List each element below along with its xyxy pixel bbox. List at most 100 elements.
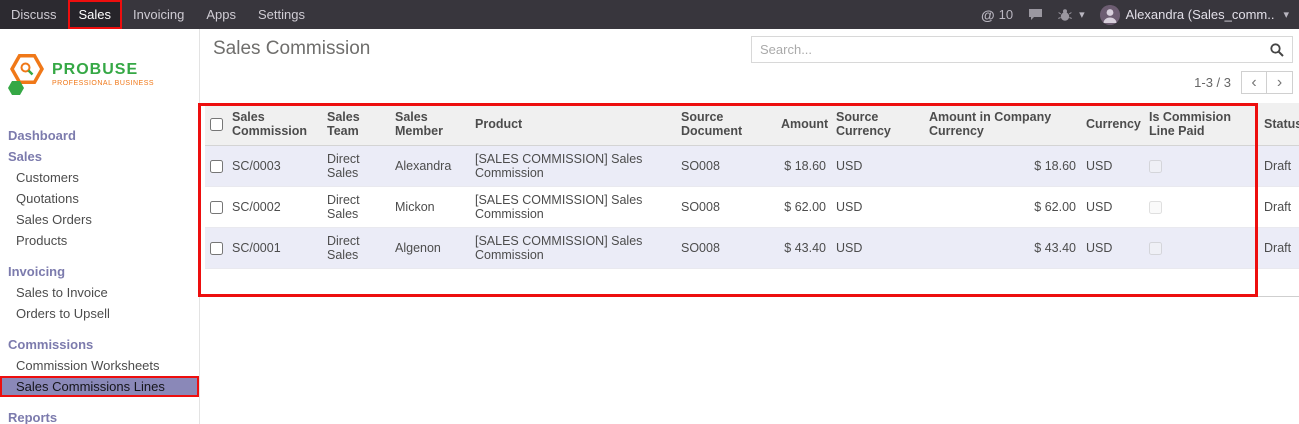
bug-icon [1058, 8, 1072, 22]
search-input[interactable] [752, 42, 1269, 57]
cell-source-currency: USD [831, 186, 924, 227]
sidebar-item-orders-to-upsell[interactable]: Orders to Upsell [0, 303, 199, 324]
logo-tagline: PROFESSIONAL BUSINESS [52, 80, 154, 87]
pager: 1-3 / 3 ‹ › [1194, 71, 1293, 94]
cell-sales-commission: SC/0002 [227, 186, 322, 227]
cell-sales-team: Direct Sales [322, 145, 390, 186]
sales-commission-table: Sales Commission Sales Team Sales Member… [205, 103, 1299, 269]
cell-sales-member: Algenon [390, 227, 470, 268]
row-select-checkbox[interactable] [210, 201, 223, 214]
pager-next-button[interactable]: › [1267, 71, 1293, 94]
avatar [1100, 5, 1120, 25]
app-logo: PROBUSE PROFESSIONAL BUSINESS [0, 29, 199, 115]
cell-source-document: SO008 [676, 186, 776, 227]
cell-source-document: SO008 [676, 227, 776, 268]
cell-sales-commission: SC/0001 [227, 227, 322, 268]
cell-is-paid [1144, 227, 1259, 268]
cell-amount-company: $ 62.00 [924, 186, 1081, 227]
cell-amount: $ 62.00 [776, 186, 831, 227]
logo-hexagons-icon [8, 52, 46, 96]
cell-select [205, 186, 227, 227]
sidebar-item-commissions[interactable]: Commissions [0, 334, 199, 355]
table-row[interactable]: SC/0003 Direct Sales Alexandra [SALES CO… [205, 145, 1299, 186]
row-select-checkbox[interactable] [210, 160, 223, 173]
menu-apps[interactable]: Apps [195, 0, 247, 29]
user-name-label: Alexandra (Sales_comm.. [1126, 7, 1275, 22]
pager-previous-button[interactable]: ‹ [1241, 71, 1267, 94]
caret-down-icon: ▾ [1079, 8, 1085, 21]
column-header-product[interactable]: Product [470, 103, 676, 145]
cell-product: [SALES COMMISSION] Sales Commission [470, 227, 676, 268]
sidebar-item-commission-worksheets[interactable]: Commission Worksheets [0, 355, 199, 376]
menu-discuss[interactable]: Discuss [0, 0, 68, 29]
sidebar-item-sales[interactable]: Sales [0, 146, 199, 167]
content-header: Sales Commission 1-3 / 3 ‹ › [200, 29, 1299, 103]
menu-invoicing[interactable]: Invoicing [122, 0, 195, 29]
cell-amount: $ 43.40 [776, 227, 831, 268]
main-content: Sales Commission 1-3 / 3 ‹ › [200, 29, 1299, 424]
sidebar-item-quotations[interactable]: Quotations [0, 188, 199, 209]
sidebar-item-invoicing[interactable]: Invoicing [0, 261, 199, 282]
at-icon: @ [981, 7, 995, 23]
menu-settings[interactable]: Settings [247, 0, 316, 29]
sidebar-item-dashboard[interactable]: Dashboard [0, 125, 199, 146]
cell-sales-member: Alexandra [390, 145, 470, 186]
cell-source-document: SO008 [676, 145, 776, 186]
pager-range-label: 1-3 / 3 [1194, 75, 1231, 90]
cell-currency: USD [1081, 145, 1144, 186]
column-header-sales-member[interactable]: Sales Member [390, 103, 470, 145]
search-box [751, 36, 1293, 63]
sidebar-item-customers[interactable]: Customers [0, 167, 199, 188]
cell-amount-company: $ 43.40 [924, 227, 1081, 268]
cell-status: Draft [1259, 186, 1299, 227]
cell-amount-company: $ 18.60 [924, 145, 1081, 186]
column-header-source-currency[interactable]: Source Currency [831, 103, 924, 145]
column-header-is-commision-line-paid[interactable]: Is Commision Line Paid [1144, 103, 1259, 145]
messages-button[interactable] [1028, 8, 1043, 21]
sidebar: PROBUSE PROFESSIONAL BUSINESS Dashboard … [0, 29, 200, 424]
sidebar-nav: Dashboard Sales Customers Quotations Sal… [0, 125, 199, 424]
cell-source-currency: USD [831, 145, 924, 186]
sidebar-item-sales-orders[interactable]: Sales Orders [0, 209, 199, 230]
notifications-button[interactable]: @ 10 [981, 7, 1013, 23]
column-header-sales-team[interactable]: Sales Team [322, 103, 390, 145]
cell-product: [SALES COMMISSION] Sales Commission [470, 186, 676, 227]
column-header-amount-company-currency[interactable]: Amount in Company Currency [924, 103, 1081, 145]
magnifier-icon [19, 61, 35, 77]
table-row[interactable]: SC/0002 Direct Sales Mickon [SALES COMMI… [205, 186, 1299, 227]
table-header-row: Sales Commission Sales Team Sales Member… [205, 103, 1299, 145]
logo-text: PROBUSE [52, 61, 154, 79]
column-header-source-document[interactable]: Source Document [676, 103, 776, 145]
cell-sales-team: Direct Sales [322, 186, 390, 227]
cell-select [205, 227, 227, 268]
cell-sales-team: Direct Sales [322, 227, 390, 268]
table-footer-area [200, 269, 1299, 297]
column-header-currency[interactable]: Currency [1081, 103, 1144, 145]
search-icon[interactable] [1269, 42, 1285, 58]
cell-currency: USD [1081, 186, 1144, 227]
is-paid-checkbox [1149, 160, 1162, 173]
cell-currency: USD [1081, 227, 1144, 268]
sidebar-item-sales-to-invoice[interactable]: Sales to Invoice [0, 282, 199, 303]
menu-sales[interactable]: Sales [68, 0, 123, 29]
cell-sales-member: Mickon [390, 186, 470, 227]
row-select-checkbox[interactable] [210, 242, 223, 255]
column-header-amount[interactable]: Amount [776, 103, 831, 145]
chat-bubble-icon [1028, 8, 1043, 21]
cell-amount: $ 18.60 [776, 145, 831, 186]
is-paid-checkbox [1149, 242, 1162, 255]
column-header-sales-commission[interactable]: Sales Commission [227, 103, 322, 145]
sidebar-item-sales-commissions-lines[interactable]: Sales Commissions Lines [0, 376, 199, 397]
user-menu[interactable]: Alexandra (Sales_comm.. ▾ [1100, 5, 1289, 25]
select-all-checkbox[interactable] [210, 118, 223, 131]
column-header-status[interactable]: Status [1259, 103, 1299, 145]
caret-down-icon: ▾ [1283, 8, 1289, 21]
sidebar-item-reports[interactable]: Reports [0, 407, 199, 424]
table-row[interactable]: SC/0001 Direct Sales Algenon [SALES COMM… [205, 227, 1299, 268]
top-navbar: Discuss Sales Invoicing Apps Settings @ … [0, 0, 1299, 29]
sidebar-item-products[interactable]: Products [0, 230, 199, 251]
cell-product: [SALES COMMISSION] Sales Commission [470, 145, 676, 186]
debug-menu-button[interactable]: ▾ [1058, 8, 1085, 22]
cell-status: Draft [1259, 145, 1299, 186]
notification-count: 10 [999, 7, 1013, 22]
